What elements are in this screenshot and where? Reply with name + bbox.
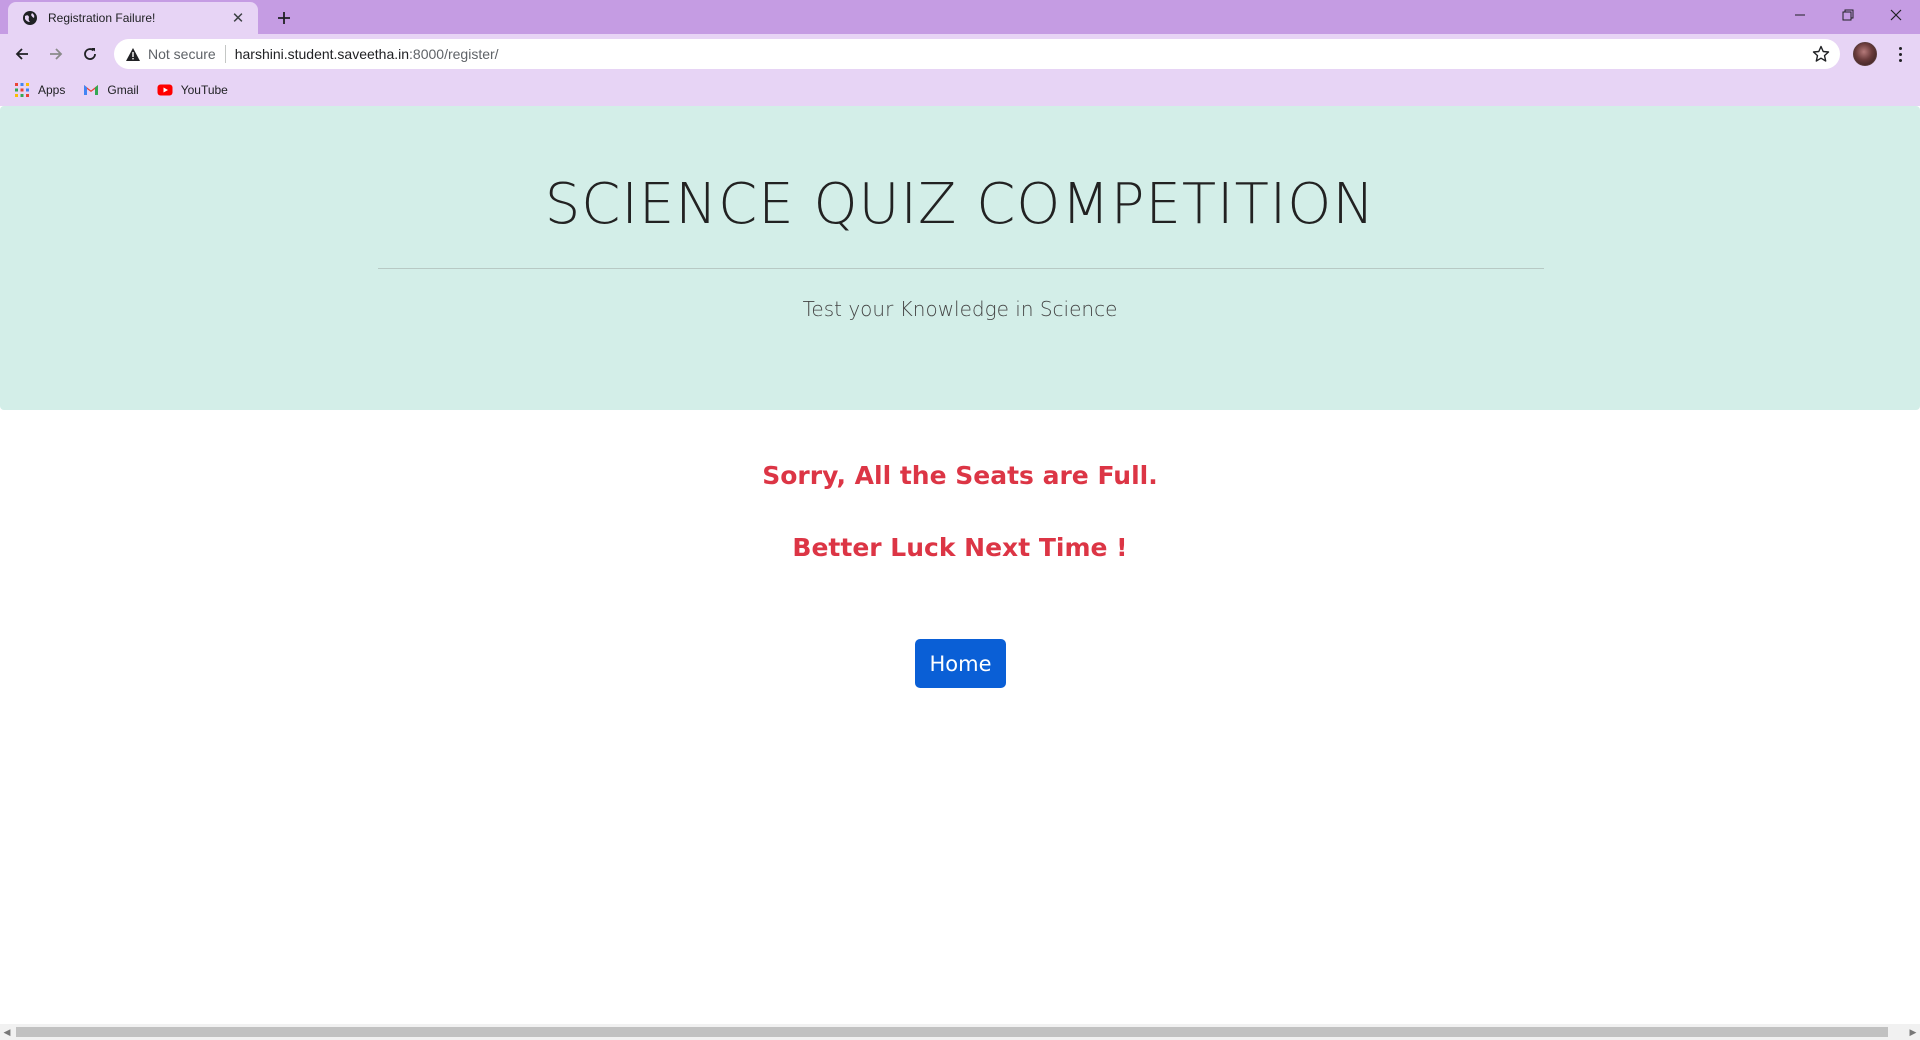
warning-icon[interactable] xyxy=(124,45,142,63)
url-path: :8000/register/ xyxy=(409,46,499,62)
header-jumbotron: SCIENCE QUIZ COMPETITION Test your Knowl… xyxy=(0,106,1920,410)
url-host: harshini.student.saveetha.in xyxy=(234,46,410,62)
security-label[interactable]: Not secure xyxy=(148,46,216,62)
tab-strip: Registration Failure! ✕ xyxy=(0,0,1920,34)
reload-icon[interactable] xyxy=(76,40,104,68)
close-icon[interactable]: ✕ xyxy=(228,8,248,28)
minimize-icon[interactable] xyxy=(1776,0,1824,30)
youtube-icon xyxy=(157,84,173,96)
header-divider xyxy=(378,268,1544,269)
page-subtitle: Test your Knowledge in Science xyxy=(802,297,1118,321)
browser-toolbar: Not secure harshini.student.saveetha.in … xyxy=(0,34,1920,74)
back-arrow-icon[interactable] xyxy=(8,40,36,68)
address-bar[interactable]: Not secure harshini.student.saveetha.in … xyxy=(114,39,1840,69)
error-message-seats-full: Sorry, All the Seats are Full. xyxy=(762,461,1158,490)
home-button[interactable]: Home xyxy=(915,639,1006,688)
address-divider xyxy=(224,45,226,63)
page-viewport: SCIENCE QUIZ COMPETITION Test your Knowl… xyxy=(0,106,1920,1024)
scroll-right-arrow-icon[interactable]: ▶ xyxy=(1908,1027,1918,1037)
tab-title: Registration Failure! xyxy=(48,11,156,25)
bookmark-youtube[interactable]: YouTube xyxy=(157,82,228,98)
bookmark-label: YouTube xyxy=(180,83,228,97)
close-window-icon[interactable] xyxy=(1872,0,1920,30)
plus-icon[interactable] xyxy=(272,6,296,30)
bookmark-apps[interactable]: Apps xyxy=(14,82,65,98)
gmail-icon xyxy=(84,85,99,95)
globe-icon xyxy=(23,11,37,25)
scroll-left-arrow-icon[interactable]: ◀ xyxy=(2,1027,12,1037)
error-message-better-luck: Better Luck Next Time ! xyxy=(792,533,1128,562)
bookmarks-bar: Apps Gmail YouTube xyxy=(0,74,1920,106)
profile-avatar[interactable] xyxy=(1853,42,1877,66)
bookmark-label: Gmail xyxy=(107,83,139,97)
apps-grid-icon xyxy=(15,83,29,97)
bookmark-gmail[interactable]: Gmail xyxy=(83,82,139,98)
forward-arrow-icon[interactable] xyxy=(42,40,70,68)
horizontal-scrollbar[interactable]: ◀ ▶ xyxy=(0,1024,1920,1040)
page-title: SCIENCE QUIZ COMPETITION xyxy=(544,172,1376,237)
menu-dots-icon[interactable] xyxy=(1890,42,1910,66)
star-icon[interactable] xyxy=(1812,45,1830,63)
scrollbar-thumb[interactable] xyxy=(16,1027,1888,1037)
browser-tab[interactable]: Registration Failure! ✕ xyxy=(8,2,258,34)
restore-icon[interactable] xyxy=(1824,0,1872,30)
bookmark-label: Apps xyxy=(38,83,66,97)
